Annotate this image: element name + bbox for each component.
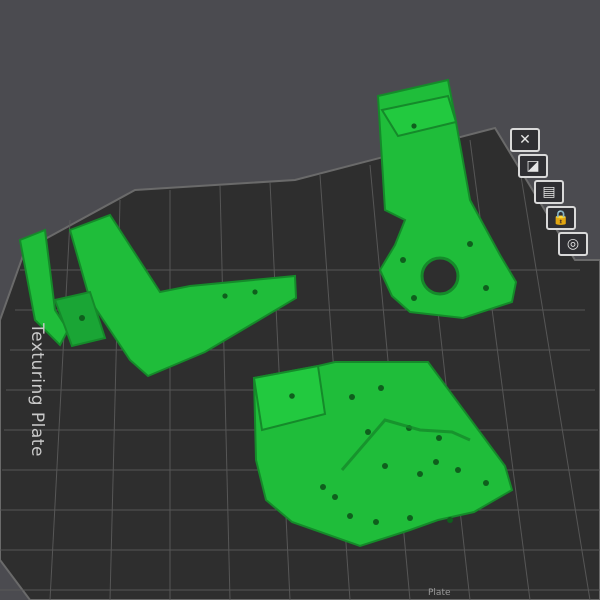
lock-glyph: 🔒 bbox=[552, 210, 570, 226]
layout-glyph: ▤ bbox=[542, 184, 556, 200]
view-glyph: ◪ bbox=[526, 158, 540, 174]
close-glyph: ✕ bbox=[519, 132, 531, 148]
close-icon[interactable]: ✕ bbox=[510, 128, 540, 152]
view-icon[interactable]: ◪ bbox=[518, 154, 548, 178]
plate-label: Texturing Plate bbox=[26, 323, 47, 457]
settings-glyph: ◎ bbox=[566, 236, 580, 252]
layout-icon[interactable]: ▤ bbox=[534, 180, 564, 204]
settings-icon[interactable]: ◎ bbox=[558, 232, 588, 256]
lock-icon[interactable]: 🔒 bbox=[546, 206, 576, 230]
side-toolbar: ✕ ◪ ▤ 🔒 ◎ bbox=[494, 128, 600, 298]
3d-viewport[interactable]: Texturing Plate Plate ✕ ◪ ▤ 🔒 ◎ bbox=[0, 0, 600, 600]
plate-footer-label: Plate bbox=[428, 588, 451, 598]
build-plate-scene[interactable] bbox=[0, 0, 600, 600]
